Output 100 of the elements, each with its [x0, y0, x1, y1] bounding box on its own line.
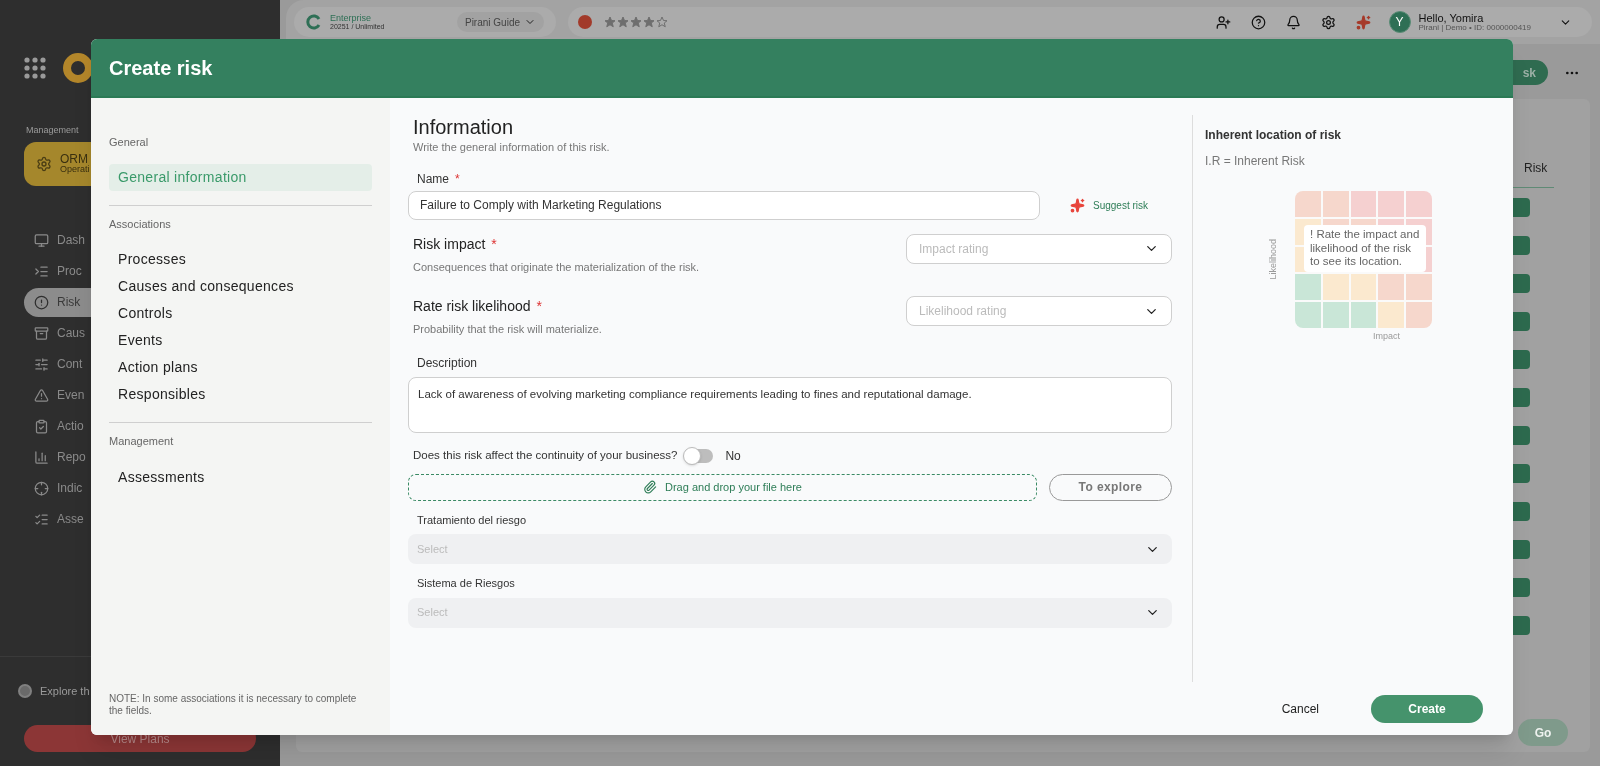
sparkle-icon[interactable] — [1355, 14, 1371, 30]
toggle-icon[interactable] — [18, 683, 32, 698]
filled-star-icon — [643, 16, 655, 28]
module-subtitle: Operati — [60, 165, 90, 174]
user-avatar: Y — [1388, 11, 1411, 33]
description-input[interactable]: Lack of awareness of evolving marketing compliance requirements leading to fines and reputational damage. — [408, 376, 1172, 433]
heatmap-cell — [1295, 274, 1321, 301]
nav-item[interactable]: Responsibles — [109, 381, 372, 408]
nav-icon — [34, 294, 49, 310]
nav-icon — [34, 263, 49, 279]
nav-item[interactable]: Dash — [24, 225, 104, 255]
rating-title: Rate risk likelihood * — [413, 297, 543, 316]
user-menu[interactable]: Y Hello, Yomira Pirani | Demo • ID: 0000000419 — [1388, 11, 1572, 33]
review-logo-icon — [578, 15, 592, 29]
section-label: Management — [25, 124, 80, 137]
nav-icon — [34, 325, 49, 341]
nav-item[interactable]: Events — [109, 327, 372, 354]
rating-title: Risk impact * — [413, 234, 498, 254]
required-mark: * — [455, 171, 460, 186]
heatmap-cell — [1378, 191, 1405, 217]
dialog-title: Create risk — [109, 55, 213, 81]
heatmap-cell — [1406, 274, 1432, 301]
heatmap-tooltip: ! Rate the impact and likelihood of the risk to see its location. — [1304, 225, 1426, 272]
filled-star-icon — [630, 16, 642, 28]
star-rating[interactable] — [604, 16, 668, 28]
explore-button[interactable]: To explore — [1049, 473, 1172, 501]
nav-item[interactable]: Controls — [109, 300, 372, 327]
nav-icon — [34, 387, 49, 403]
guide-dropdown[interactable]: Pirani Guide — [456, 12, 544, 32]
field-label: Sistema de Riesgos — [416, 576, 516, 591]
logo-icon — [62, 52, 94, 84]
gear-icon — [36, 155, 52, 172]
heatmap-cell — [1378, 274, 1405, 301]
rating-hint: Probability that the risk will materialize. — [413, 322, 602, 337]
go-button[interactable]: Go — [1518, 719, 1568, 746]
field-label: Name * — [416, 170, 461, 188]
cancel-button[interactable]: Cancel — [1281, 699, 1319, 718]
heatmap-cell — [1322, 274, 1349, 301]
nav-item[interactable]: Repo — [24, 442, 104, 472]
nav-heading: Associations — [109, 216, 172, 232]
required-mark: * — [536, 298, 542, 314]
nav-heading: Management — [109, 434, 175, 449]
section-subtitle: Write the general information of this risk. — [412, 140, 611, 155]
plan-name: Enterprise — [330, 14, 373, 23]
heatmap-cell — [1322, 302, 1349, 328]
sparkle-icon — [1070, 197, 1085, 213]
user-detail: Pirani | Demo • ID: 0000000419 — [1418, 23, 1531, 32]
logo-icon — [306, 14, 322, 30]
name-input[interactable]: Failure to Comply with Marketing Regulations — [408, 190, 1040, 220]
add-user-icon[interactable] — [1215, 14, 1231, 30]
nav-item[interactable]: Action plans — [109, 354, 372, 381]
nav-item[interactable]: Proc — [24, 256, 104, 286]
heatmap-cell — [1350, 302, 1377, 328]
nav-item[interactable]: Even — [24, 380, 104, 410]
nav-icon — [34, 356, 49, 372]
nav-item[interactable]: Actio — [24, 411, 104, 441]
notifications-icon[interactable] — [1285, 14, 1301, 30]
nav-icon — [34, 480, 49, 496]
heatmap-cell — [1350, 191, 1377, 217]
panel-legend: I.R = Inherent Risk — [1205, 152, 1513, 170]
file-dropzone[interactable]: Drag and drop your file here — [408, 473, 1037, 501]
field-label: Description — [416, 354, 479, 372]
filled-star-icon — [604, 16, 616, 28]
suggest-risk-button[interactable]: Suggest risk — [1070, 197, 1149, 213]
apps-grid-icon[interactable] — [24, 57, 46, 79]
heatmap-cell — [1406, 302, 1432, 328]
nav-icon — [34, 511, 49, 527]
column-header: Risk — [1523, 160, 1549, 177]
settings-icon[interactable] — [1320, 14, 1336, 30]
required-mark: * — [491, 235, 497, 252]
switch-value: No — [725, 447, 741, 465]
create-button[interactable]: Create — [1371, 694, 1483, 723]
rating-hint: Consequences that originate the materialization of the risk. — [413, 259, 700, 275]
nav-item[interactable]: Indic — [24, 473, 104, 503]
nav-item[interactable]: Processes — [109, 246, 372, 273]
nav-item[interactable]: Asse — [24, 504, 104, 534]
nav-item[interactable]: Causes and consequences — [109, 273, 372, 300]
nav-item[interactable]: General information — [109, 163, 372, 191]
heatmap-cell — [1406, 191, 1432, 217]
paperclip-icon — [643, 480, 657, 494]
field-label: Tratamiento del riesgo — [416, 512, 528, 528]
note-text: NOTE: In some associations it is necessary to complete the fields. — [109, 693, 358, 717]
continuity-question: Does this risk affect the continuity of your business? — [413, 447, 678, 463]
nav-item[interactable]: Caus — [24, 318, 104, 348]
filled-star-icon — [617, 16, 629, 28]
section-title: Information — [412, 115, 515, 139]
heatmap-cell — [1350, 274, 1377, 301]
nav-heading: General — [109, 135, 150, 150]
continuity-switch[interactable] — [685, 448, 714, 463]
nav-icon — [34, 418, 49, 434]
nav-icon — [34, 232, 49, 248]
module-name: ORM — [60, 153, 88, 165]
nav-item[interactable]: Assessments — [109, 463, 372, 491]
nav-item[interactable]: Cont — [24, 349, 104, 379]
user-greeting: Hello, Yomira — [1418, 12, 1485, 24]
axis-label: Likelihood — [1267, 239, 1279, 280]
heatmap-cell — [1322, 191, 1349, 217]
axis-label: Impact — [1373, 330, 1401, 343]
explore-link[interactable]: Explore th — [40, 682, 90, 699]
help-icon[interactable] — [1250, 14, 1266, 30]
